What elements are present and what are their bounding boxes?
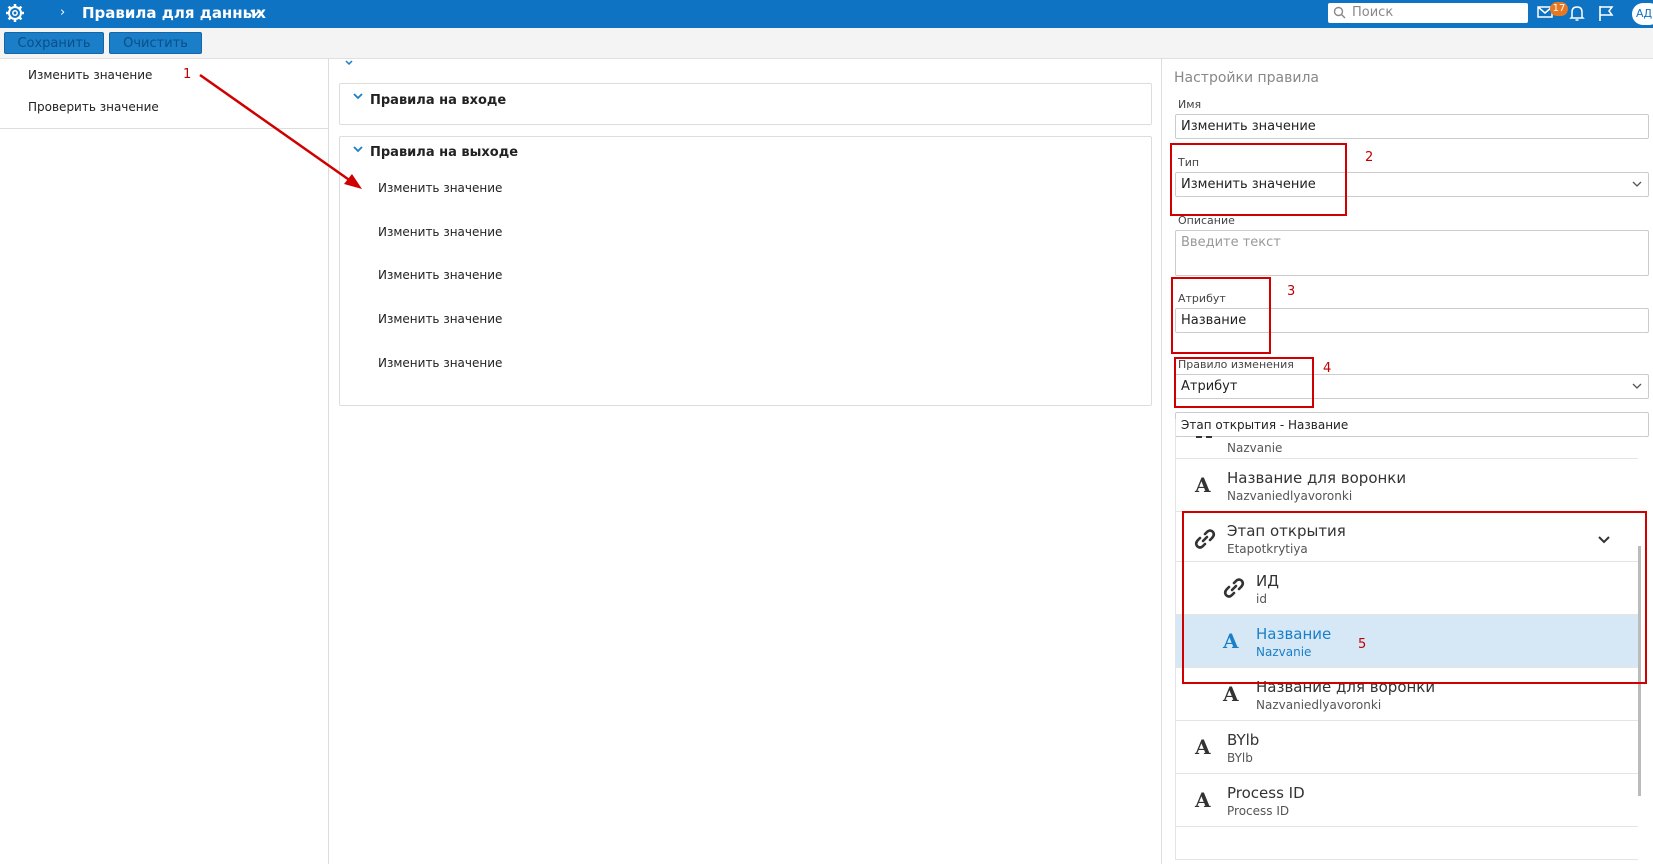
rule-item[interactable]: Изменить значение (378, 225, 502, 239)
chevron-down-icon (1632, 181, 1642, 187)
annotation-number: 3 (1287, 284, 1296, 299)
annotation-number: 2 (1365, 150, 1374, 165)
search-placeholder: Поиск (1352, 5, 1394, 20)
description-placeholder: Введите текст (1181, 235, 1281, 250)
input-rules-section: Правила на входе (339, 83, 1152, 125)
save-button[interactable]: Сохранить (4, 32, 104, 54)
gear-icon[interactable] (5, 3, 25, 23)
rule-item[interactable]: Изменить значение (378, 356, 502, 370)
search-icon (1333, 6, 1346, 19)
name-label: Имя (1178, 98, 1202, 111)
annotation-number: 5 (1358, 637, 1367, 652)
chevron-down-icon (1632, 383, 1642, 389)
annotation-box (1171, 277, 1271, 354)
list-item-change-value[interactable]: Изменить значение (28, 68, 152, 82)
annotation-box (1174, 357, 1314, 408)
attribute-option[interactable]: A Process ID Process ID (1176, 774, 1638, 827)
list-item-check-value[interactable]: Проверить значение (28, 100, 159, 114)
chevron-down-icon[interactable] (353, 146, 363, 153)
bell-icon[interactable] (1569, 5, 1585, 22)
rules-panel: Правила на входе Правила на выходе Измен… (329, 58, 1162, 864)
name-field[interactable]: Изменить значение (1175, 114, 1649, 139)
attribute-option[interactable]: A Название для воронки Nazvaniedlyavoron… (1176, 459, 1638, 512)
top-bar: › Правила для данных Поиск 17 АД (0, 0, 1653, 28)
attribute-option[interactable]: A BYlb BYlb (1176, 721, 1638, 774)
annotation-box (1170, 143, 1347, 216)
rule-item[interactable]: Изменить значение (378, 181, 502, 195)
description-field[interactable]: Введите текст (1175, 230, 1649, 276)
text-a-icon (1196, 436, 1212, 438)
chevron-down-icon[interactable] (250, 9, 261, 17)
text-a-icon: A (1223, 682, 1239, 706)
attribute-option-partial[interactable]: Nazvanie (1176, 419, 1638, 459)
page-title: Правила для данных (82, 4, 266, 22)
text-a-icon: A (1195, 788, 1211, 812)
rule-item[interactable]: Изменить значение (378, 312, 502, 326)
avatar[interactable]: АД (1632, 3, 1653, 25)
section-title[interactable]: Правила на выходе (370, 145, 518, 160)
mail-count-badge: 17 (1550, 2, 1568, 16)
chevron-down-icon[interactable] (353, 93, 363, 100)
settings-title: Настройки правила (1174, 70, 1320, 86)
flag-icon[interactable] (1598, 5, 1614, 22)
toolbar: Сохранить Очистить (0, 28, 1653, 59)
section-title[interactable]: Правила на входе (370, 93, 506, 108)
annotation-number: 4 (1323, 361, 1332, 376)
name-value: Изменить значение (1181, 119, 1316, 134)
clear-button[interactable]: Очистить (109, 32, 202, 54)
annotation-box (1182, 511, 1647, 684)
annotation-number: 1 (183, 67, 192, 82)
text-a-icon: A (1195, 473, 1211, 497)
divider (0, 128, 328, 129)
text-a-icon: A (1195, 735, 1211, 759)
collapsed-chevron-icon (345, 60, 353, 65)
output-rules-section: Правила на выходе Изменить значение Изме… (339, 136, 1152, 406)
breadcrumb-chevron-icon: › (60, 5, 66, 20)
rule-type-list: Изменить значение Проверить значение (0, 58, 329, 864)
rule-item[interactable]: Изменить значение (378, 268, 502, 282)
search-input[interactable]: Поиск (1328, 3, 1528, 23)
